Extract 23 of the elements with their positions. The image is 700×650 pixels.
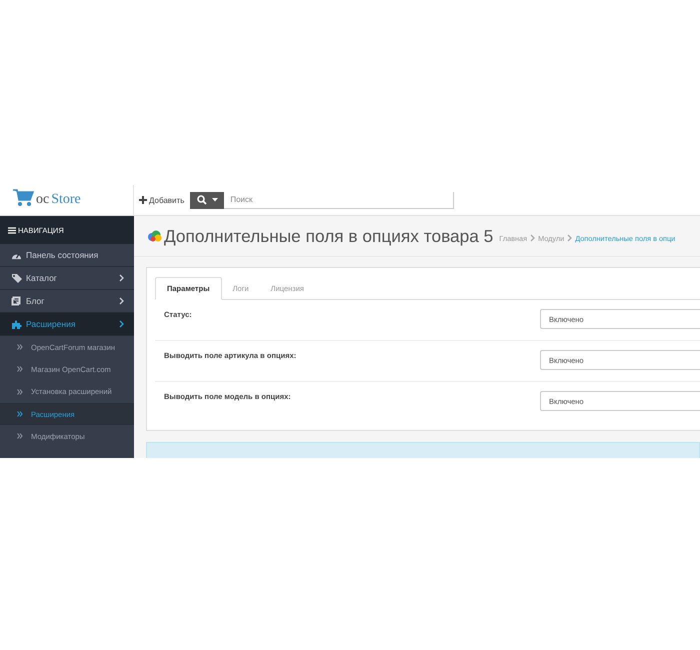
chevron-icon xyxy=(530,234,536,242)
double-chevron-icon xyxy=(17,366,23,372)
search-field[interactable]: Поиск xyxy=(224,192,454,208)
logo-text: oc xyxy=(36,192,50,208)
search-icon xyxy=(196,195,207,205)
page-title: Дополнительные поля в опциях товара 5 xyxy=(164,226,494,246)
double-chevron-icon xyxy=(17,433,23,440)
plus-icon xyxy=(139,196,147,204)
double-chevron-icon xyxy=(17,344,23,350)
menu-item[interactable]: Расширения xyxy=(0,313,134,336)
tag-icon xyxy=(11,273,23,283)
cart-logo-icon xyxy=(12,188,34,206)
menu-icon xyxy=(8,226,16,234)
caret-icon xyxy=(212,198,218,202)
double-chevron-icon xyxy=(17,388,23,395)
puzzle-icon xyxy=(11,319,22,329)
book-icon xyxy=(11,296,21,306)
cloud-logo-icon xyxy=(147,230,162,242)
double-chevron-icon xyxy=(17,411,23,418)
logo-text: Store xyxy=(51,192,81,208)
add-button[interactable]: Добавить xyxy=(139,192,190,208)
search-dropdown-button[interactable] xyxy=(190,192,224,208)
chevron-icon xyxy=(567,234,572,242)
